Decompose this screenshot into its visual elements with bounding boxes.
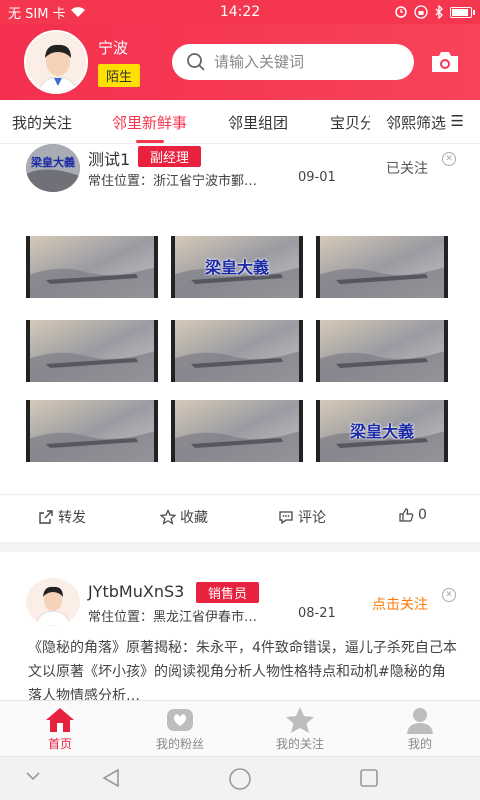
nav-following-label: 我的关注: [275, 737, 324, 751]
recents-button[interactable]: [358, 767, 380, 793]
nav-profile-label: 我的: [407, 737, 432, 751]
bluetooth-icon: [435, 5, 443, 19]
nav-home-label: 首页: [47, 737, 72, 751]
poster-location: 常住位置：黑龙江省伊春市…: [88, 610, 258, 625]
feed-list[interactable]: 梁皇大義 测试1 副经理 常住位置：浙江省宁波市鄞… 09-01 已关注 ✕ 梁…: [0, 144, 480, 700]
lock-rotation-icon: [414, 5, 428, 19]
image-watermark: 梁皇大義: [204, 258, 269, 277]
camera-button[interactable]: [430, 47, 460, 77]
post-image-thumbnail[interactable]: [316, 236, 448, 298]
post-actions: 转发 收藏 评论 0: [0, 494, 480, 538]
collapse-button[interactable]: [24, 767, 42, 789]
system-nav-bar: [0, 756, 480, 800]
nav-home[interactable]: 首页: [20, 705, 100, 752]
wifi-icon: [70, 7, 85, 17]
tab-neighbor-news[interactable]: 邻里新鲜事: [112, 112, 187, 133]
tab-neighbor-filter[interactable]: 邻熙筛选: [386, 112, 446, 133]
post-date: 08-21: [298, 606, 336, 621]
home-system-button[interactable]: [228, 767, 252, 795]
nav-fans[interactable]: 我的粉丝: [140, 705, 220, 752]
search-bar[interactable]: [172, 44, 414, 80]
favorite-label: 收藏: [180, 510, 208, 526]
fans-icon: [167, 709, 193, 731]
like-button[interactable]: 0: [398, 507, 427, 523]
app-header: 宁波 陌生: [0, 24, 480, 100]
carrier-label: 无 SIM 卡: [8, 6, 66, 22]
post-image-thumbnail[interactable]: [26, 400, 158, 462]
menu-icon[interactable]: ☰: [451, 112, 464, 130]
status-bar: 无 SIM 卡 14:22: [0, 0, 480, 24]
post-card: JYtbMuXnS3 销售员 常住位置：黑龙江省伊春市… 08-21 点击关注 …: [0, 552, 480, 700]
tab-neighbor-group[interactable]: 邻里组团: [228, 112, 288, 133]
close-icon[interactable]: ✕: [442, 152, 456, 166]
active-tab-indicator: [136, 140, 164, 143]
share-label: 转发: [58, 510, 86, 526]
share-icon: [39, 510, 53, 524]
post-image-thumbnail[interactable]: [316, 320, 448, 382]
category-tabs: 我的关注 邻里新鲜事 邻里组团 宝贝分 邻熙筛选 ☰: [0, 100, 480, 144]
post-date: 09-01: [298, 170, 336, 185]
home-icon: [46, 708, 74, 732]
user-name: 宁波: [98, 39, 129, 57]
post-image-thumbnail[interactable]: 梁皇大義: [171, 236, 303, 298]
post-text[interactable]: 《隐秘的角落》原著揭秘：朱永平，4件致命错误，逼儿子杀死自己本文以原著《坏小孩》…: [28, 636, 458, 700]
chevron-down-icon: [26, 772, 40, 781]
post-image-thumbnail[interactable]: [171, 400, 303, 462]
search-icon: [187, 53, 205, 71]
star-outline-icon: [160, 509, 176, 525]
nav-fans-label: 我的粉丝: [155, 737, 204, 751]
favorite-button[interactable]: 收藏: [160, 507, 208, 527]
profile-icon: [407, 708, 433, 734]
post-image-thumbnail[interactable]: [171, 320, 303, 382]
poster-avatar[interactable]: [26, 578, 80, 626]
user-role-badge: 陌生: [98, 64, 141, 87]
back-triangle-icon: [102, 768, 119, 788]
post-image-thumbnail[interactable]: [26, 320, 158, 382]
comment-icon: [279, 511, 293, 525]
tab-baby-share[interactable]: 宝贝分: [330, 112, 370, 133]
recents-square-icon: [360, 769, 378, 787]
post-image-thumbnail[interactable]: 梁皇大義: [316, 400, 448, 462]
share-button[interactable]: 转发: [38, 507, 86, 527]
close-icon[interactable]: ✕: [442, 588, 456, 602]
star-icon: [286, 707, 314, 733]
poster-name[interactable]: 测试1: [88, 146, 130, 170]
bottom-nav: 首页 我的粉丝 我的关注 我的: [0, 700, 480, 756]
clock: 14:22: [219, 4, 261, 20]
battery-icon: [450, 6, 476, 18]
poster-location: 常住位置：浙江省宁波市鄞…: [88, 174, 258, 189]
home-circle-icon: [229, 768, 251, 790]
camera-icon: [432, 52, 458, 72]
poster-name[interactable]: JYtbMuXnS3: [88, 582, 184, 601]
poster-role-badge: 副经理: [138, 146, 202, 167]
tab-my-follow[interactable]: 我的关注: [12, 112, 72, 133]
user-avatar[interactable]: [24, 30, 88, 94]
svg-text:梁皇大義: 梁皇大義: [30, 155, 75, 169]
follow-status[interactable]: 已关注: [386, 158, 428, 178]
poster-role-badge: 销售员: [196, 582, 260, 603]
image-watermark: 梁皇大義: [349, 422, 414, 441]
like-count: 0: [418, 507, 427, 523]
post-image-thumbnail[interactable]: [26, 236, 158, 298]
post-card: 梁皇大義 测试1 副经理 常住位置：浙江省宁波市鄞… 09-01 已关注 ✕ 梁…: [0, 144, 480, 542]
nav-profile[interactable]: 我的: [380, 705, 460, 752]
nav-following[interactable]: 我的关注: [260, 705, 340, 752]
follow-button[interactable]: 点击关注: [372, 594, 428, 614]
poster-avatar[interactable]: 梁皇大義: [26, 144, 80, 192]
back-button[interactable]: [100, 767, 122, 793]
thumbs-up-icon: [399, 508, 414, 522]
alarm-icon: [395, 6, 407, 18]
search-input[interactable]: [214, 53, 394, 71]
comment-label: 评论: [298, 510, 326, 526]
comment-button[interactable]: 评论: [278, 507, 326, 527]
